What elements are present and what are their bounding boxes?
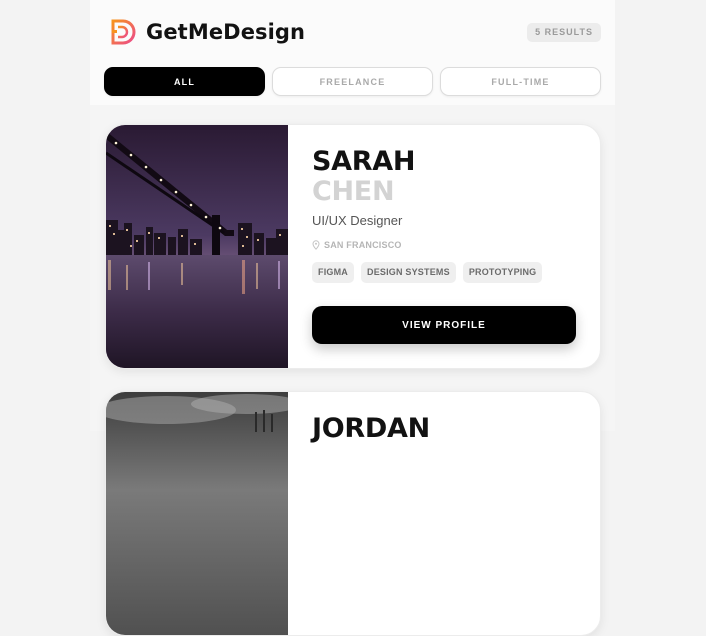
profile-photo [106,125,288,368]
tab-full-time[interactable]: FULL-TIME [440,67,601,96]
header: GetMeDesign 5 RESULTS ALL FREELANCE FULL… [90,0,615,105]
designer-first-name: JORDAN [312,413,430,444]
filter-tabs: ALL FREELANCE FULL-TIME [104,67,601,96]
location-pin-icon [312,240,320,250]
skill-tags: FIGMA DESIGN SYSTEMS PROTOTYPING [312,262,582,283]
tab-freelance[interactable]: FREELANCE [272,67,433,96]
designer-location: SAN FRANCISCO [312,240,582,250]
brand-name: GetMeDesign [146,20,306,44]
designer-card: SARAH CHEN UI/UX Designer SAN FRANCISCO … [105,124,601,369]
designer-info: JORDAN [312,414,582,444]
gmd-logo-icon [111,19,136,45]
skill-tag: DESIGN SYSTEMS [361,262,456,283]
skill-tag: FIGMA [312,262,354,283]
designer-last-name: CHEN [312,176,395,207]
app-frame: GetMeDesign 5 RESULTS ALL FREELANCE FULL… [90,0,615,636]
designer-role: UI/UX Designer [312,213,403,228]
designer-info: SARAH CHEN UI/UX Designer SAN FRANCISCO … [312,147,582,283]
designer-card: JORDAN [105,391,601,636]
location-label: SAN FRANCISCO [324,240,402,250]
designer-first-name: SARAH [312,146,416,177]
results-count-badge: 5 RESULTS [527,23,601,42]
tab-all[interactable]: ALL [104,67,265,96]
brand[interactable]: GetMeDesign [110,18,305,46]
profile-photo [106,392,288,635]
skill-tag: PROTOTYPING [462,262,543,283]
view-profile-button[interactable]: VIEW PROFILE [312,306,576,344]
